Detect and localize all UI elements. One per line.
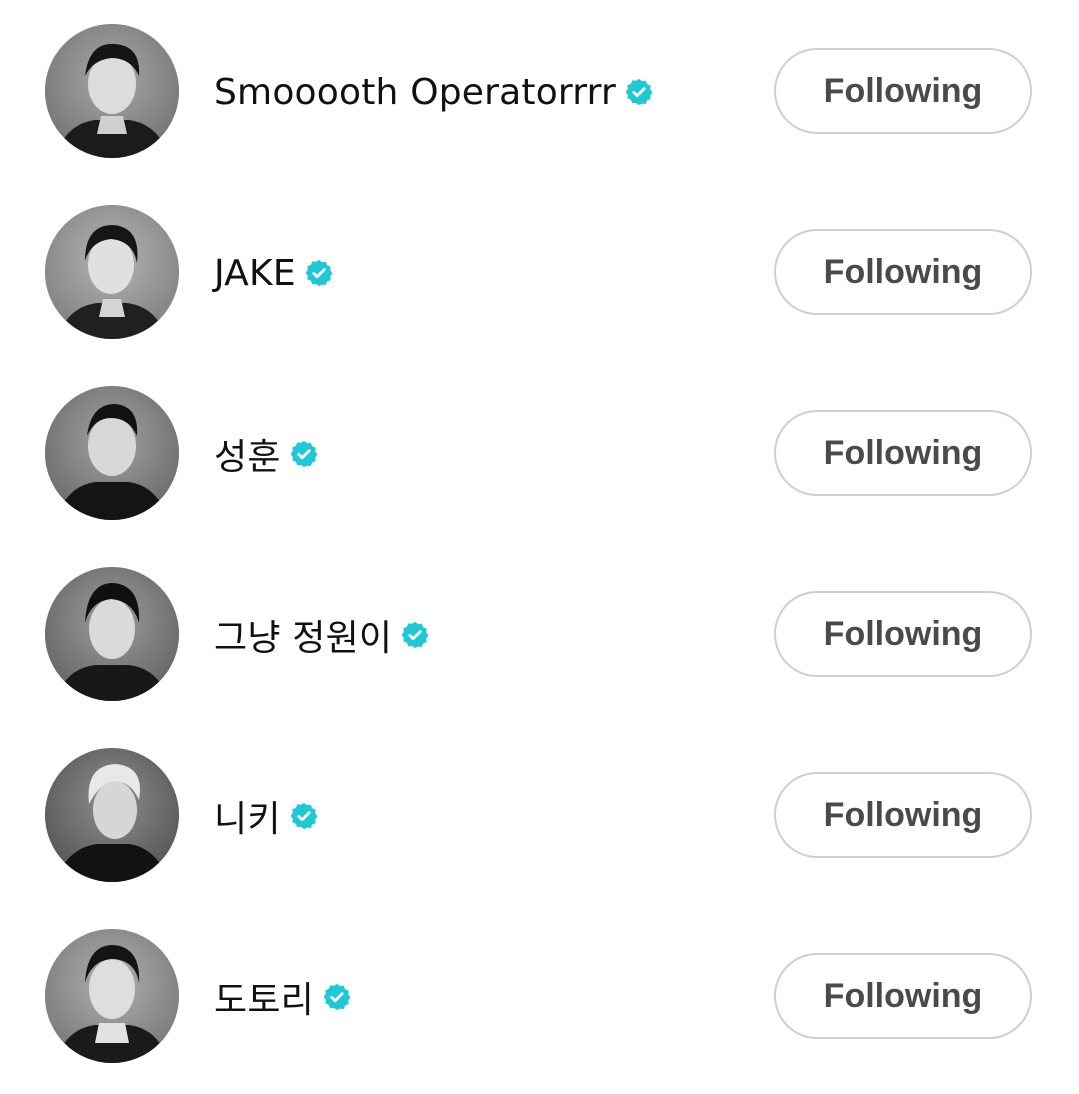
avatar[interactable] bbox=[45, 24, 179, 158]
account-name-group: 도토리 bbox=[214, 971, 352, 1023]
following-button[interactable]: Following bbox=[774, 591, 1032, 677]
following-button-label: Following bbox=[823, 433, 983, 472]
list-item[interactable]: 그냥 정원이 Following bbox=[0, 543, 1079, 724]
verified-badge-icon bbox=[322, 982, 352, 1012]
account-name: Smooooth Operatorrrr bbox=[214, 71, 617, 113]
following-list: Smooooth Operatorrrr Following JAKE Foll… bbox=[0, 0, 1079, 1094]
following-button[interactable]: Following bbox=[774, 410, 1032, 496]
account-name-group: 그냥 정원이 bbox=[214, 609, 430, 661]
avatar[interactable] bbox=[45, 567, 179, 701]
following-button-label: Following bbox=[823, 614, 983, 653]
account-name: 성훈 bbox=[214, 437, 281, 478]
avatar[interactable] bbox=[45, 748, 179, 882]
account-name: 도토리 bbox=[214, 980, 314, 1021]
verified-badge-icon bbox=[289, 439, 319, 469]
account-name-group: JAKE bbox=[214, 247, 334, 299]
verified-badge-icon bbox=[400, 620, 430, 650]
account-name: JAKE bbox=[214, 252, 296, 294]
list-item[interactable]: JAKE Following bbox=[0, 181, 1079, 362]
verified-badge-icon bbox=[304, 258, 334, 288]
following-button[interactable]: Following bbox=[774, 953, 1032, 1039]
account-name-group: Smooooth Operatorrrr bbox=[214, 66, 654, 118]
following-button-label: Following bbox=[823, 976, 983, 1015]
following-button[interactable]: Following bbox=[774, 48, 1032, 134]
account-name-group: 니키 bbox=[214, 790, 319, 842]
verified-badge-icon bbox=[289, 801, 319, 831]
account-name: 그냥 정원이 bbox=[214, 618, 393, 659]
list-item[interactable]: Smooooth Operatorrrr Following bbox=[0, 0, 1079, 181]
following-button-label: Following bbox=[823, 795, 983, 834]
following-button-label: Following bbox=[823, 71, 983, 110]
avatar[interactable] bbox=[45, 929, 179, 1063]
following-button-label: Following bbox=[823, 252, 983, 291]
verified-badge-icon bbox=[624, 77, 654, 107]
following-button[interactable]: Following bbox=[774, 229, 1032, 315]
avatar[interactable] bbox=[45, 386, 179, 520]
account-name: 니키 bbox=[214, 799, 281, 840]
following-button[interactable]: Following bbox=[774, 772, 1032, 858]
avatar[interactable] bbox=[45, 205, 179, 339]
list-item[interactable]: 도토리 Following bbox=[0, 905, 1079, 1086]
list-item[interactable]: 성훈 Following bbox=[0, 362, 1079, 543]
account-name-group: 성훈 bbox=[214, 428, 319, 480]
list-item[interactable]: 니키 Following bbox=[0, 724, 1079, 905]
